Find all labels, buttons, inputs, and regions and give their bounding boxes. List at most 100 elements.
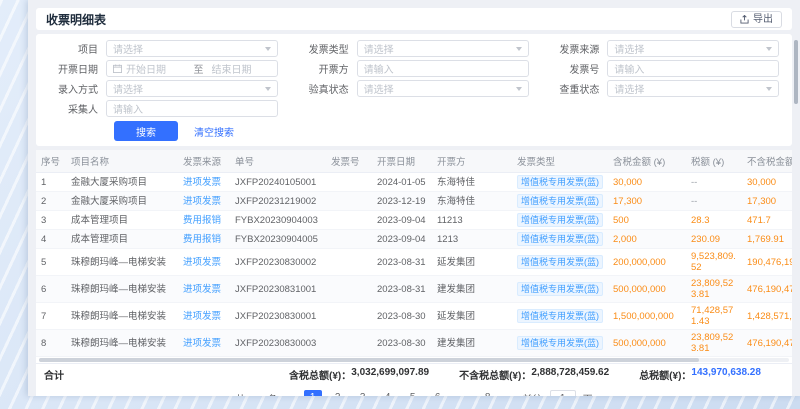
cell-amount-ex: 1,428,571,428.57 [742,303,792,330]
cell-date: 2023-09-04 [372,211,432,230]
cell-project: 成本管理项目 [66,230,178,249]
cell-amount-ex: 471.7 [742,211,792,230]
cell-tax: 71,428,571.43 [686,303,742,330]
invoice-type-badge: 增值税专用发票(蓝) [517,336,603,350]
project-select[interactable]: 请选择 [106,40,278,57]
export-button[interactable]: 导出 [731,11,782,28]
filter-row-1: 项目 请选择 发票类型 请选择 发票来源 请选择 [36,40,788,57]
cell-no: 2 [36,192,66,211]
cell-amount: 30,000 [608,173,686,192]
page-button-5[interactable]: 5 [404,390,422,396]
filter-issuer: 开票方 请输入 [287,60,538,77]
col-invoice-no: 发票号 [326,150,372,173]
cell-date: 2023-12-19 [372,192,432,211]
cell-project: 珠穆朗玛峰—电梯安装 [66,249,178,276]
pagination-bar: 共 142 条 ‹ 1 2 3 4 5 6 ... 8 › 前往 页 [36,385,792,396]
filter-panel: 项目 请选择 发票类型 请选择 发票来源 请选择 [36,34,792,146]
cell-no: 6 [36,276,66,303]
filter-actions: 搜索 清空搜索 [36,121,788,141]
page-button-3[interactable]: 3 [354,390,372,396]
invoice-type-badge: 增值税专用发票(蓝) [517,255,603,269]
cell-amount: 500,000,000 [608,330,686,357]
cell-order-no: JXFP20231219002 [230,192,326,211]
invoice-date-range-picker[interactable]: 开始日期 至 结束日期 [106,60,278,77]
cell-amount-ex: 476,190,476.19 [742,276,792,303]
cell-no: 1 [36,173,66,192]
issuer-input-placeholder: 请输入 [364,61,522,76]
cell-issuer: 东海特佳 [432,192,512,211]
source-link[interactable]: 进项发票 [183,338,221,349]
cell-project: 珠穆朗玛峰—电梯安装 [66,303,178,330]
cell-tax: 9,523,809.52 [686,249,742,276]
cell-project: 金融大厦采购项目 [66,192,178,211]
page-header: 收票明细表 导出 [36,8,792,30]
horizontal-scrollbar-thumb[interactable] [39,358,699,362]
page-button-1[interactable]: 1 [304,390,322,396]
filter-project: 项目 请选择 [36,40,287,57]
cell-project: 珠穆朗玛峰—电梯安装 [66,330,178,357]
prev-page-button[interactable]: ‹ [285,390,297,396]
verify-status-select[interactable]: 请选择 [357,80,529,97]
chevron-down-icon [766,47,772,51]
col-project: 项目名称 [66,150,178,173]
entry-method-select[interactable]: 请选择 [106,80,278,97]
page-button-8[interactable]: 8 [479,390,497,396]
cell-amount: 17,300 [608,192,686,211]
invoice-type-badge: 增值税专用发票(蓝) [517,213,603,227]
search-button[interactable]: 搜索 [114,121,178,141]
source-link[interactable]: 费用报销 [183,215,221,226]
invoice-type-badge: 增值税专用发票(蓝) [517,282,603,296]
cell-invoice-no [326,276,372,303]
filter-row-2: 开票日期 开始日期 至 结束日期 开票方 请输入 发票号 [36,60,788,77]
filter-duplicate-status: 查重状态 请选择 [537,80,788,97]
filter-invoice-source: 发票来源 请选择 [537,40,788,57]
summary-incl-label: 含税总额(¥)： [289,367,351,382]
collector-input-placeholder: 请输入 [113,101,271,116]
duplicate-status-select[interactable]: 请选择 [607,80,779,97]
filter-verify-status-label: 验真状态 [287,81,357,96]
cell-no: 3 [36,211,66,230]
horizontal-scrollbar[interactable] [39,358,789,362]
collector-input[interactable]: 请输入 [106,100,278,117]
next-page-button[interactable]: › [504,390,516,396]
invoice-no-input[interactable]: 请输入 [607,60,779,77]
cell-amount: 2,000 [608,230,686,249]
pagination-total: 共 142 条 [235,391,277,397]
cell-type: 增值税专用发票(蓝) [512,173,608,192]
vertical-scrollbar[interactable] [794,40,798,104]
clear-search-button[interactable]: 清空搜索 [194,124,234,139]
chevron-down-icon [766,87,772,91]
page-button-2[interactable]: 2 [329,390,347,396]
col-tax: 税额 (¥) [686,150,742,173]
invoice-type-select[interactable]: 请选择 [357,40,529,57]
page-button-4[interactable]: 4 [379,390,397,396]
source-link[interactable]: 费用报销 [183,234,221,245]
cell-issuer: 1213 [432,230,512,249]
cell-invoice-no [326,249,372,276]
source-link[interactable]: 进项发票 [183,311,221,322]
duplicate-status-select-value: 请选择 [614,81,766,96]
page-ellipsis[interactable]: ... [454,390,472,396]
cell-no: 8 [36,330,66,357]
invoice-table: 序号 项目名称 发票来源 单号 发票号 开票日期 开票方 发票类型 含税金额 (… [36,150,792,357]
source-link[interactable]: 进项发票 [183,257,221,268]
cell-amount: 200,000,000 [608,249,686,276]
cell-order-no: JXFP20230830001 [230,303,326,330]
issuer-input[interactable]: 请输入 [357,60,529,77]
cell-order-no: FYBX20230904005 [230,230,326,249]
goto-label: 前往 [523,391,543,397]
source-link[interactable]: 进项发票 [183,177,221,188]
chevron-down-icon [516,47,522,51]
filter-invoice-source-label: 发票来源 [537,41,607,56]
cell-date: 2023-08-30 [372,303,432,330]
source-link[interactable]: 进项发票 [183,196,221,207]
summary-excl-tax: 不含税总额(¥)： 2,888,728,459.62 [459,367,609,382]
source-link[interactable]: 进项发票 [183,284,221,295]
cell-project: 成本管理项目 [66,211,178,230]
invoice-source-select[interactable]: 请选择 [607,40,779,57]
cell-project: 珠穆朗玛峰—电梯安装 [66,276,178,303]
goto-page-input[interactable] [550,390,576,396]
page-button-6[interactable]: 6 [429,390,447,396]
cell-no: 4 [36,230,66,249]
cell-date: 2024-01-05 [372,173,432,192]
